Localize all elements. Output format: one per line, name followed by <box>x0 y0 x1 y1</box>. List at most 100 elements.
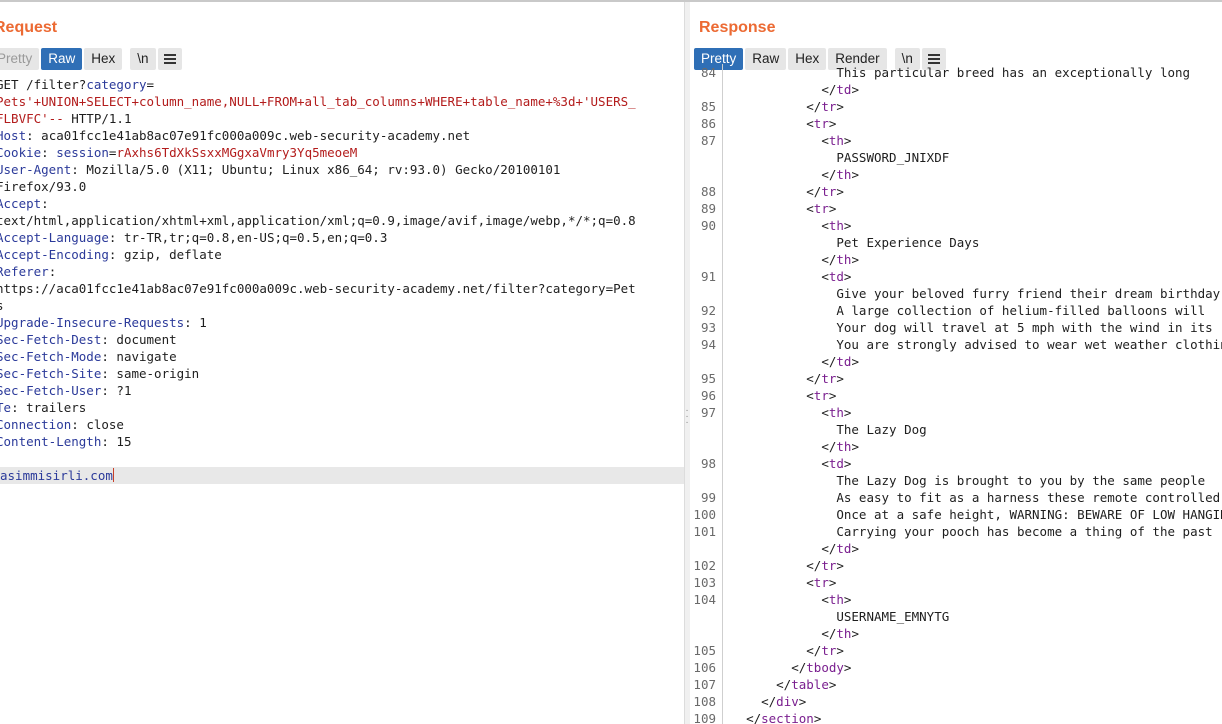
tag-bracket: > <box>851 439 859 454</box>
tag-bracket: < <box>821 218 829 233</box>
request-line: Sec-Fetch-Dest: document <box>0 331 684 348</box>
line-number: 105 <box>693 643 716 658</box>
text-content: Once at a safe height, WARNING: BEWARE O… <box>836 507 1222 522</box>
line-number: 108 <box>693 694 716 709</box>
line-number: 95 <box>700 371 716 386</box>
tag-bracket: </ <box>791 660 807 675</box>
code-text: Once at a safe height, WARNING: BEWARE O… <box>723 506 1222 523</box>
tag-name: th <box>828 133 844 148</box>
code-text: <td> <box>723 455 851 472</box>
response-line: </td> <box>690 81 1222 98</box>
request-editor[interactable]: GET /filter?category= Pets'+UNION+SELECT+… <box>0 76 684 484</box>
tag-bracket: > <box>851 252 859 267</box>
text-content: Give your beloved furry friend their dre… <box>836 286 1221 301</box>
code-text: </div> <box>723 693 806 710</box>
request-line: Upgrade-Insecure-Requests: 1 <box>0 314 684 331</box>
response-line: 107 </table> <box>690 676 1222 693</box>
header-separator: : <box>71 162 87 177</box>
request-text: HTTP/1.1 <box>63 111 132 126</box>
line-number: 101 <box>693 524 716 539</box>
text-content: This particular breed has an exceptional… <box>836 65 1191 80</box>
code-text: <th> <box>723 132 851 149</box>
line-number: 96 <box>700 388 716 403</box>
text-content: The Lazy Dog is brought to you by the sa… <box>836 473 1206 488</box>
header-separator: : <box>101 332 117 347</box>
tag-bracket: < <box>821 269 829 284</box>
response-line: 104 <th> <box>690 591 1222 608</box>
tag-bracket: > <box>798 694 807 709</box>
line-number <box>690 438 722 455</box>
tag-name: tr <box>821 99 837 114</box>
request-line: Sec-Fetch-User: ?1 <box>0 382 684 399</box>
tag-bracket: > <box>843 456 852 471</box>
line-number: 91 <box>700 269 716 284</box>
header-name: Connection <box>0 417 72 432</box>
header-name: Accept-Language <box>0 230 109 245</box>
tag-name: tr <box>821 558 837 573</box>
request-line: text/html,application/xhtml+xml,applicat… <box>0 212 684 229</box>
tag-bracket: < <box>806 201 814 216</box>
request-line: Host: aca01fcc1e41ab8ac07e91fc000a009c.w… <box>0 127 684 144</box>
tag-bracket: > <box>851 82 859 97</box>
tag-bracket: > <box>828 388 837 403</box>
request-tab-raw[interactable]: Raw <box>41 48 83 70</box>
request-line <box>0 450 684 467</box>
header-value: navigate <box>116 349 177 364</box>
tag-name: tr <box>813 388 829 403</box>
response-line: </th> <box>690 625 1222 642</box>
header-separator: : <box>48 264 64 279</box>
tag-name: tr <box>821 371 837 386</box>
response-line: 84 This particular breed has an exceptio… <box>690 64 1222 81</box>
splitter-grip-icon[interactable]: · · · <box>685 406 689 428</box>
header-name: Sec-Fetch-Dest <box>0 332 102 347</box>
header-name: Te <box>0 400 12 415</box>
request-tab-hex[interactable]: Hex <box>84 48 123 70</box>
code-text: </td> <box>723 81 859 98</box>
line-number: 94 <box>700 337 716 352</box>
text-content: As easy to fit as a harness these remote… <box>836 490 1221 505</box>
line-number: 88 <box>700 184 716 199</box>
response-line: </td> <box>690 353 1222 370</box>
line-number: 86 <box>700 116 716 131</box>
line-number: 84 <box>700 65 716 80</box>
header-value: close <box>86 417 124 432</box>
request-text: Pets'+UNION+SELECT+column_name,NULL+FROM… <box>0 94 636 109</box>
tag-bracket: > <box>836 184 844 199</box>
code-text: </th> <box>723 166 859 183</box>
tag-bracket: < <box>806 575 814 590</box>
header-value: 1 <box>199 315 207 330</box>
code-text: <th> <box>723 404 851 421</box>
line-number <box>690 608 722 625</box>
tag-bracket: </ <box>821 439 837 454</box>
request-menu-button[interactable] <box>157 48 182 70</box>
response-viewer[interactable]: 84 This particular breed has an exceptio… <box>690 64 1222 724</box>
response-line: 102 </tr> <box>690 557 1222 574</box>
header-value: same-origin <box>116 366 200 381</box>
request-tab-newline-toggle[interactable]: \n <box>130 48 156 70</box>
hamburger-menu-icon <box>163 54 176 64</box>
response-line: Pet Experience Days <box>690 234 1222 251</box>
tag-bracket: > <box>828 116 837 131</box>
tag-bracket: </ <box>761 694 777 709</box>
request-panel: Request Pretty Raw Hex \n GET /filter?categ… <box>0 2 684 724</box>
line-number: 89 <box>700 201 716 216</box>
code-text: </tr> <box>723 183 844 200</box>
line-number <box>690 353 722 370</box>
request-text: text/html,application/xhtml+xml,applicat… <box>0 213 636 228</box>
tag-bracket: > <box>836 643 844 658</box>
line-number: 109 <box>693 711 716 724</box>
response-line: 108 </div> <box>690 693 1222 710</box>
request-line: Cookie: session=rAxhs6TdXkSsxxMGgxaVmry3… <box>0 144 684 161</box>
request-line: https://aca01fcc1e41ab8ac07e91fc000a009c… <box>0 280 684 297</box>
response-line: 100 Once at a safe height, WARNING: BEWA… <box>690 506 1222 523</box>
code-text: </tbody> <box>723 659 851 676</box>
request-line: Accept: <box>0 195 684 212</box>
request-tab-pretty[interactable]: Pretty <box>0 48 40 70</box>
line-number <box>690 285 722 302</box>
line-number <box>690 251 722 268</box>
code-text: <tr> <box>723 387 836 404</box>
code-text: PASSWORD_JNIXDF <box>723 149 949 166</box>
line-number: 99 <box>700 490 716 505</box>
header-name: Accept-Encoding <box>0 247 109 262</box>
tag-name: table <box>791 677 829 692</box>
